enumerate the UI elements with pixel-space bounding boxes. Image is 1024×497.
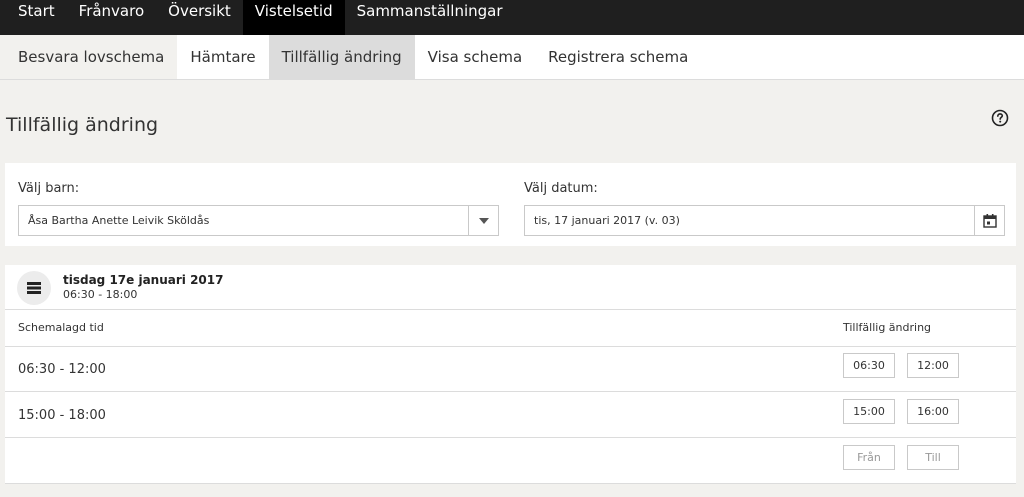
selection-card: Välj barn: Åsa Bartha Anette Leivik Sköl… bbox=[5, 163, 1016, 246]
date-field-value: tis, 17 januari 2017 (v. 03) bbox=[534, 214, 680, 227]
change-to-input-row-2[interactable]: 16:00 bbox=[907, 399, 959, 424]
tab-hamtare[interactable]: Hämtare bbox=[177, 35, 268, 79]
sub-nav: Besvara lovschema Hämtare Tillfällig änd… bbox=[0, 35, 1024, 80]
change-from-input-row-1[interactable]: 06:30 bbox=[843, 353, 895, 378]
question-circle-icon[interactable] bbox=[991, 109, 1009, 127]
change-to-input-row-1[interactable]: 12:00 bbox=[907, 353, 959, 378]
top-nav: Start Frånvaro Översikt Vistelsetid Samm… bbox=[0, 0, 1024, 35]
nav-oversikt[interactable]: Översikt bbox=[156, 0, 243, 35]
nav-sammanstallningar[interactable]: Sammanställningar bbox=[345, 0, 515, 35]
nav-vistelsetid[interactable]: Vistelsetid bbox=[242, 0, 345, 35]
nav-start[interactable]: Start bbox=[0, 0, 67, 35]
date-label: Välj datum: bbox=[524, 181, 598, 196]
caret-down-icon[interactable] bbox=[468, 206, 498, 235]
scheduled-time-row-1: 06:30 - 12:00 bbox=[18, 362, 106, 377]
calendar-icon[interactable] bbox=[974, 206, 1004, 235]
scheduled-time-row-2: 15:00 - 18:00 bbox=[18, 408, 106, 423]
column-header-change: Tillfällig ändring bbox=[843, 321, 932, 334]
page-title: Tillfällig ändring bbox=[6, 114, 159, 136]
child-select[interactable]: Åsa Bartha Anette Leivik Sköldås bbox=[18, 205, 499, 236]
tab-visa-schema[interactable]: Visa schema bbox=[415, 35, 535, 79]
new-from-input[interactable]: Från bbox=[843, 445, 895, 470]
date-field[interactable]: tis, 17 januari 2017 (v. 03) bbox=[524, 205, 1005, 236]
schedule-card: tisdag 17e januari 2017 06:30 - 18:00 Sc… bbox=[5, 265, 1016, 484]
new-to-input[interactable]: Till bbox=[907, 445, 959, 470]
tab-registrera-schema[interactable]: Registrera schema bbox=[535, 35, 701, 79]
day-title: tisdag 17e januari 2017 bbox=[63, 273, 224, 287]
divider bbox=[5, 346, 1016, 347]
list-icon bbox=[17, 271, 51, 305]
child-label: Välj barn: bbox=[18, 181, 80, 196]
child-select-value: Åsa Bartha Anette Leivik Sköldås bbox=[28, 214, 210, 227]
nav-franvaro[interactable]: Frånvaro bbox=[67, 0, 157, 35]
tab-tillfallig-andring[interactable]: Tillfällig ändring bbox=[268, 35, 415, 79]
change-from-input-row-2[interactable]: 15:00 bbox=[843, 399, 895, 424]
tab-besvara-lovschema[interactable]: Besvara lovschema bbox=[0, 35, 178, 79]
day-time-range: 06:30 - 18:00 bbox=[63, 288, 138, 301]
divider bbox=[5, 309, 1016, 310]
divider bbox=[5, 391, 1016, 392]
divider bbox=[5, 437, 1016, 438]
divider bbox=[5, 483, 1016, 484]
column-header-scheduled: Schemalagd tid bbox=[18, 321, 104, 334]
